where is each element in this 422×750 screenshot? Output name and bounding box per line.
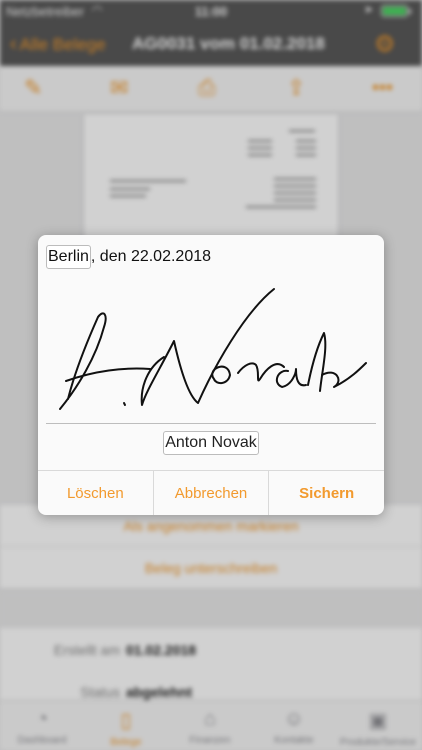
save-button[interactable]: Sichern xyxy=(269,471,384,515)
signer-name-field[interactable]: Anton Novak xyxy=(163,431,259,455)
signature-baseline xyxy=(46,423,376,424)
delete-button[interactable]: Löschen xyxy=(38,471,154,515)
dialog-buttons: Löschen Abbrechen Sichern xyxy=(38,470,384,515)
signature-pad[interactable] xyxy=(38,275,384,423)
cancel-button[interactable]: Abbrechen xyxy=(154,471,270,515)
place-date-line: Berlin, den 22.02.2018 xyxy=(46,245,211,269)
date-text: , den 22.02.2018 xyxy=(90,248,212,265)
signature-dialog: Berlin, den 22.02.2018 Anton Novak Lösch… xyxy=(38,235,384,515)
signature-strokes xyxy=(59,288,367,410)
place-field[interactable]: Berlin xyxy=(46,245,91,269)
signer-name-line: Anton Novak xyxy=(38,431,384,455)
